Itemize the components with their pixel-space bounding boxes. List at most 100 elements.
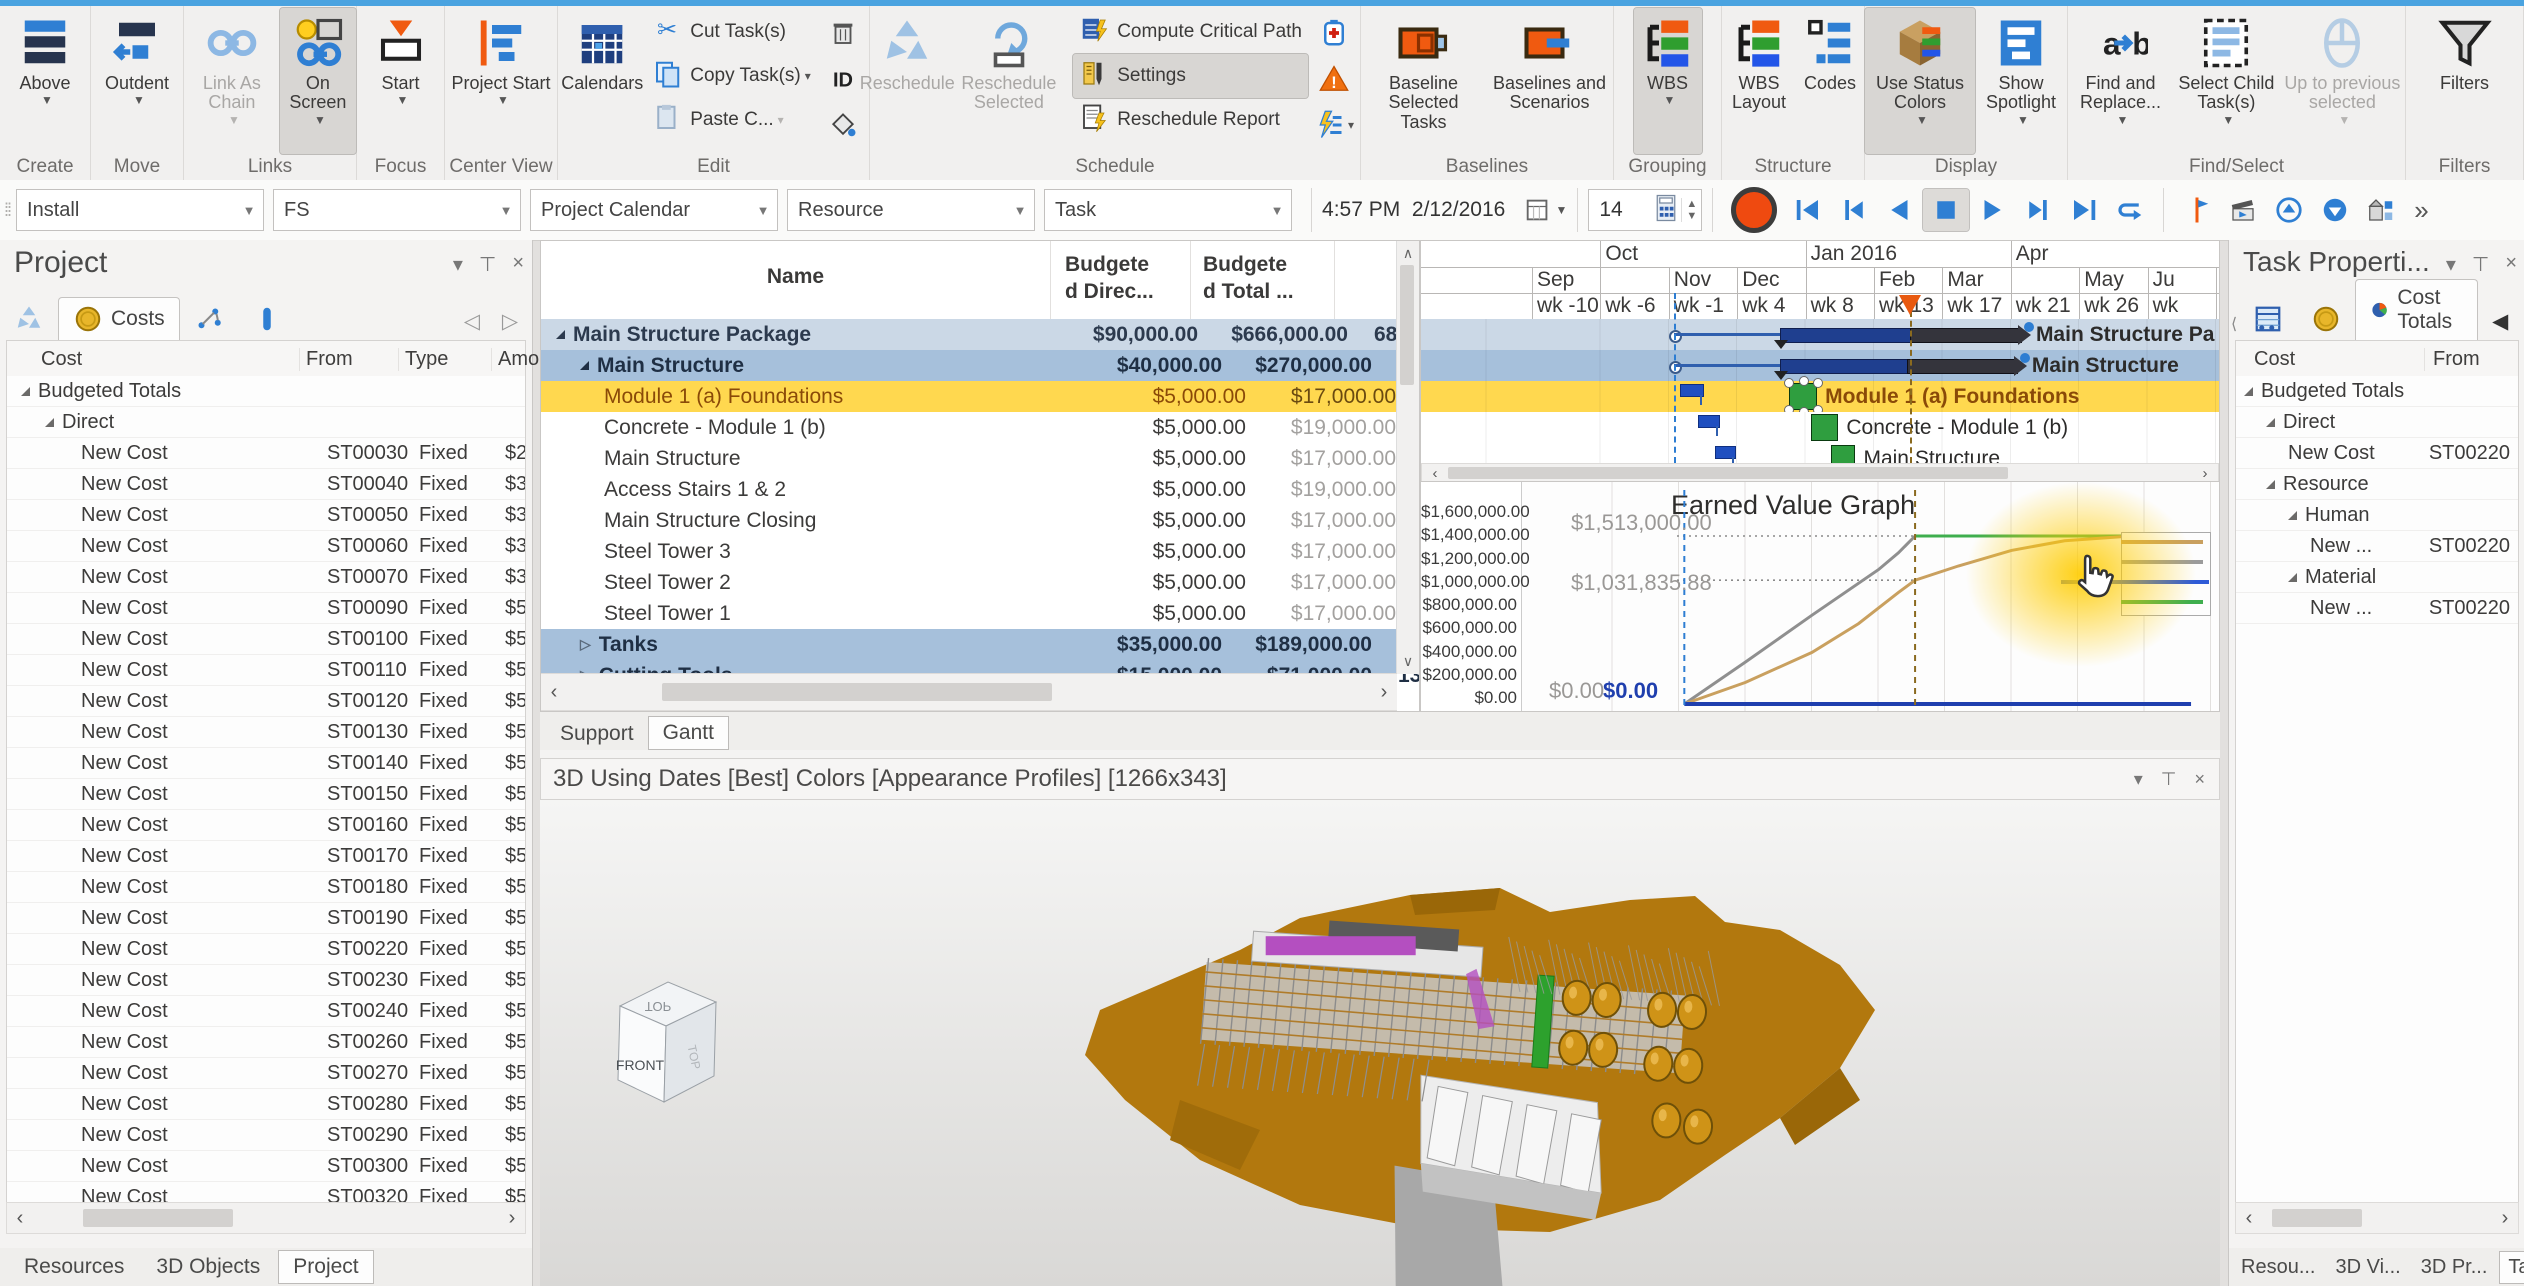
tree-row-budgeted-totals[interactable]: Budgeted Totals [2236,376,2518,407]
summary-bar[interactable] [1780,328,1913,343]
project-tab-icon-recycle[interactable] [0,298,58,340]
ribbon-button-use-status-colors[interactable]: Use Status Colors▼ [1865,8,1975,154]
ribbon-button-link-as-chain[interactable]: Link As Chain▼ [184,8,280,154]
task-bar-green[interactable] [1789,383,1817,410]
ribbon-button-filters[interactable]: Filters [2431,8,2499,154]
cost-row-ST00230[interactable]: New CostST00230Fixed$5,000.00 [7,965,525,996]
column-header-from[interactable]: From [299,348,398,371]
gantt-hscrollbar[interactable]: ‹› [1421,463,2219,483]
viewport-close-icon[interactable]: × [2194,769,2205,790]
pin-icon[interactable]: ⊤ [479,252,496,277]
cost-row-ST00190[interactable]: New CostST00190Fixed$5,000.00 [7,903,525,934]
scroll-left-icon[interactable]: ‹ [7,1207,33,1230]
tab-sliver[interactable]: ⟨ [2229,308,2239,340]
task-row-access-stairs-1-2-5[interactable]: Access Stairs 1 & 2$5,000.00$19,000.005d [541,474,1397,506]
step-back-button[interactable] [1831,189,1877,231]
tree-row-new[interactable]: New ...ST00220 [2236,531,2518,562]
cost-row-ST00270[interactable]: New CostST00270Fixed$5,000.00 [7,1058,525,1089]
clapper-button[interactable] [2220,189,2266,231]
date-picker-button[interactable]: ▼ [1523,189,1567,231]
bottom-tab-project[interactable]: Project [278,1250,373,1284]
builder-button[interactable] [2358,189,2404,231]
circle-up-button[interactable] [2266,189,2312,231]
cost-row-ST00060[interactable]: New CostST00060Fixed$3,000.00 [7,531,525,562]
ribbon-button-show-spotlight[interactable]: Show Spotlight▼ [1975,8,2067,154]
combo-project-calendar[interactable]: Project Calendar▼ [530,189,778,231]
tree-row-budgeted-totals[interactable]: Budgeted Totals [7,376,525,407]
ribbon-button-wbs[interactable]: WBS▼ [1634,8,1702,154]
circle-down-button[interactable] [2312,189,2358,231]
cost-row-ST00170[interactable]: New CostST00170Fixed$5,000.00 [7,841,525,872]
combo-resource[interactable]: Resource▼ [787,189,1035,231]
scroll-left-icon[interactable]: ‹ [2236,1207,2262,1230]
column-header-budgeted-direct[interactable]: Budgete d Direc... [1065,251,1190,306]
warning-icon-button[interactable]: ! [1308,56,1360,102]
ribbon-button-up-to-previous-selected[interactable]: Up to previous selected▼ [2280,8,2405,154]
view-cube[interactable]: TOPFRONTTOP [602,972,732,1132]
marker-flag-button[interactable] [2174,189,2220,231]
ribbon-button-wbs-layout[interactable]: WBS Layout [1722,8,1796,154]
ribbon-button-find-and-replace[interactable]: abFind and Replace...▼ [2068,8,2173,154]
skip-end-button[interactable] [2061,189,2107,231]
ribbon-button-cut-task-s[interactable]: ✂Cut Task(s) [646,10,817,54]
column-header-name[interactable]: Name [541,265,1050,289]
tab-support[interactable]: Support [546,718,648,750]
bottom-tab-resources[interactable]: Resources [10,1251,138,1283]
panel-menu-icon[interactable]: ▾ [2446,252,2456,277]
task-row-main-structure-closing-6[interactable]: Main Structure Closing$5,000.00$17,000.0… [541,505,1397,537]
ribbon-button-on-screen[interactable]: On Screen▼ [280,8,356,154]
ribbon-button-paste-c[interactable]: Paste C...▾ [646,98,817,142]
loop-button[interactable] [2107,189,2153,231]
cost-row-ST00070[interactable]: New CostST00070Fixed$3,000.00 [7,562,525,593]
tree-row-new[interactable]: New ...ST00220 [2236,593,2518,624]
ribbon-button-project-start[interactable]: Project Start▼ [448,8,553,154]
ribbon-button-codes[interactable]: Codes [1796,8,1864,154]
cost-row-ST00040[interactable]: New CostST00040Fixed$3,000.00 [7,469,525,500]
combo-fs[interactable]: FS▼ [273,189,521,231]
column-header-cost[interactable]: Cost [2236,348,2424,371]
tree-row-direct[interactable]: Direct [2236,407,2518,438]
bottom-tab-resou[interactable]: Resou... [2233,1252,2323,1283]
close-icon[interactable]: × [512,252,524,277]
tab-gantt[interactable]: Gantt [648,716,729,750]
ribbon-button-reschedule-report[interactable]: Reschedule Report [1073,98,1308,142]
project-tab-icon-bar[interactable] [238,298,296,340]
ribbon-button-settings[interactable]: Settings [1073,54,1308,98]
fill-icon-button[interactable] [817,102,869,148]
tab-scroll-arrows[interactable]: ◁ ▷ [450,303,532,340]
cost-row-ST00240[interactable]: New CostST00240Fixed$5,000.00 [7,996,525,1027]
cost-row-ST00100[interactable]: New CostST00100Fixed$5,000.00 [7,624,525,655]
play-button[interactable] [1969,189,2015,231]
cost-row-ST00220[interactable]: New CostST00220Fixed$5,000.00 [7,934,525,965]
column-header-from[interactable]: From [2424,348,2524,371]
bottom-tab-task-p[interactable]: Task P... [2499,1251,2524,1284]
cost-row-ST00280[interactable]: New CostST00280Fixed$5,000.00 [7,1089,525,1120]
tab-cost-totals[interactable]: Cost Totals [2355,279,2478,340]
step-fwd-button[interactable] [2015,189,2061,231]
stop-button[interactable] [1923,189,1969,231]
task-table-vscrollbar[interactable]: ∧∨ [1396,241,1419,674]
task-row-main-structure-1[interactable]: Main Structure$40,000.00$270,000.0065d [541,350,1397,382]
ribbon-button-calendars[interactable]: Calendars [558,8,646,154]
ribbon-button-reschedule[interactable]: Reschedule [870,8,945,154]
3d-viewport[interactable]: TOPFRONTTOP [540,800,2220,1286]
combo-task[interactable]: Task▼ [1044,189,1292,231]
ribbon-button-reschedule-selected[interactable]: Reschedule Selected [945,8,1074,154]
medic-icon-button[interactable] [1308,10,1360,56]
cost-totals-hscrollbar[interactable]: ‹ › [2235,1202,2519,1234]
summary-bar-late[interactable] [1907,359,2018,374]
ribbon-button-outdent[interactable]: Outdent▼ [102,8,172,154]
task-row-concrete-module-1-b-3[interactable]: Concrete - Module 1 (b)$5,000.00$19,000.… [541,412,1397,444]
ribbon-button-baseline-selected-tasks[interactable]: Baseline Selected Tasks [1361,8,1486,154]
chevron-down-icon[interactable]: ▼ [749,203,777,218]
tree-row-direct[interactable]: Direct [7,407,525,438]
column-header-cost[interactable]: Cost [7,348,299,371]
column-header-budgeted-total[interactable]: Budgete d Total ... [1203,251,1333,306]
toolbar-grip[interactable]: ⁞⁞ [4,200,10,221]
cost-row-ST00090[interactable]: New CostST00090Fixed$5,000.00 [7,593,525,624]
scroll-right-icon[interactable]: › [499,1207,525,1230]
column-header-type[interactable]: Type [398,348,491,371]
ribbon-button-baselines-and-scenarios[interactable]: Baselines and Scenarios [1486,8,1613,154]
ribbon-button-copy-task-s[interactable]: Copy Task(s)▾ [646,54,817,98]
interval-spinner[interactable]: ▲▼ [1681,198,1701,222]
